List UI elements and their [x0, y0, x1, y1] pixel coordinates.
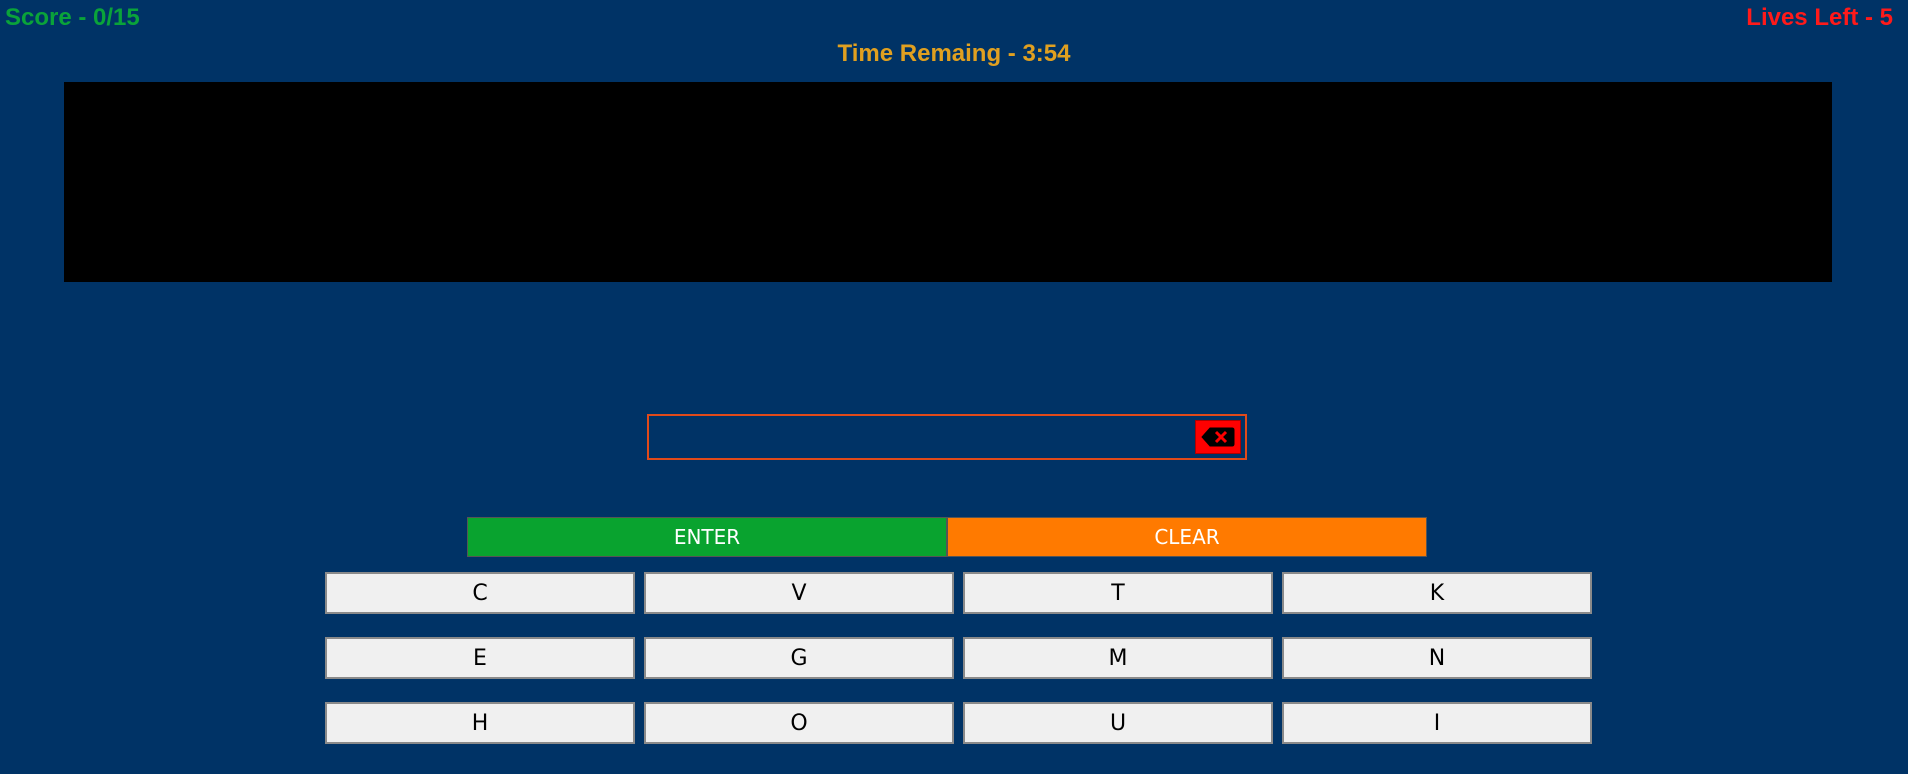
- timer-label: Time Remaing - 3:54: [837, 40, 1071, 67]
- score-label: Score - 0/15: [5, 4, 140, 31]
- letter-key[interactable]: U: [963, 702, 1273, 744]
- letter-key[interactable]: N: [1282, 637, 1592, 679]
- letter-keypad: C V T K E G M N H O U I: [325, 572, 1593, 744]
- action-row: ENTER CLEAR: [467, 517, 1427, 557]
- letter-key[interactable]: H: [325, 702, 635, 744]
- letter-key[interactable]: M: [963, 637, 1273, 679]
- letter-key[interactable]: V: [644, 572, 954, 614]
- lives-label: Lives Left - 5: [1746, 4, 1893, 31]
- letter-key[interactable]: O: [644, 702, 954, 744]
- letter-key[interactable]: G: [644, 637, 954, 679]
- letter-key[interactable]: E: [325, 637, 635, 679]
- enter-button[interactable]: ENTER: [467, 517, 947, 557]
- clue-display: [64, 82, 1832, 282]
- letter-key[interactable]: K: [1282, 572, 1592, 614]
- answer-input[interactable]: [647, 414, 1247, 460]
- backspace-button[interactable]: [1195, 420, 1241, 454]
- backspace-icon: [1201, 427, 1235, 447]
- clear-button[interactable]: CLEAR: [947, 517, 1427, 557]
- letter-key[interactable]: C: [325, 572, 635, 614]
- letter-key[interactable]: T: [963, 572, 1273, 614]
- letter-key[interactable]: I: [1282, 702, 1592, 744]
